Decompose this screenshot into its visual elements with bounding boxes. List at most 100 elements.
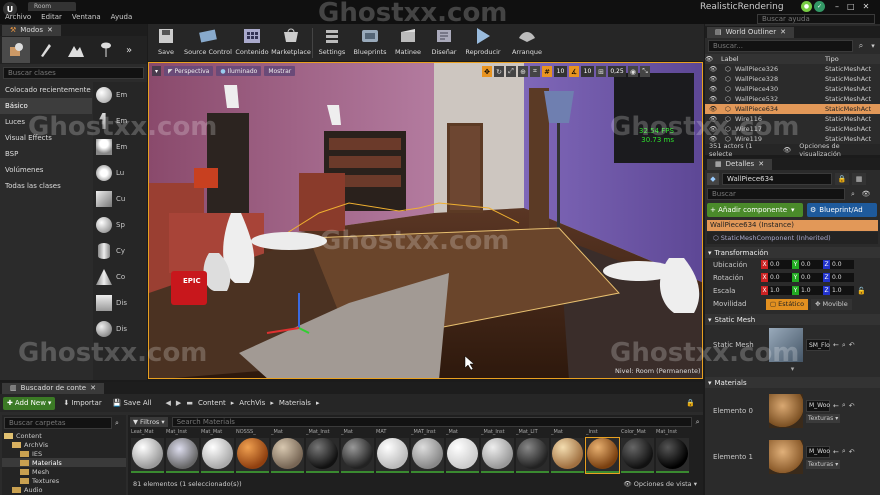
class-item[interactable]: Dis: [93, 316, 147, 342]
use-selected-icon[interactable]: ←: [833, 402, 839, 410]
close-tab-icon[interactable]: ✕: [758, 160, 764, 168]
folder-item[interactable]: Materials: [2, 458, 126, 467]
maximize-icon[interactable]: □: [847, 2, 855, 11]
show-button[interactable]: Mostrar: [264, 66, 296, 76]
visibility-toggle-icon[interactable]: 👁: [861, 190, 871, 198]
location-z-input[interactable]: 0.0: [830, 260, 854, 269]
close-icon[interactable]: ✕: [863, 2, 870, 11]
world-local-icon[interactable]: ⊕: [518, 66, 528, 77]
view-options-button[interactable]: Opciones de visualización: [799, 142, 880, 158]
movable-mobility-button[interactable]: ✥ Movible: [811, 298, 852, 310]
content-browser-tab[interactable]: ▥ Buscador de conte ✕: [2, 382, 104, 394]
source-control-button[interactable]: Source Control: [184, 25, 232, 61]
static-mobility-button[interactable]: ▢ Estático: [766, 298, 809, 310]
textures-dropdown[interactable]: Texturas ▾: [806, 459, 840, 469]
maximize-viewport-icon[interactable]: ⤡: [640, 66, 650, 77]
material-asset[interactable]: _Mat_Inst: [306, 429, 339, 473]
textures-dropdown[interactable]: Texturas ▾: [806, 413, 840, 423]
outliner-row[interactable]: 👁 ⬡ WallPiece634 StaticMeshAct: [705, 104, 880, 114]
menu-editar[interactable]: Editar: [41, 13, 62, 21]
material-1-dropdown[interactable]: M_Woo: [806, 445, 830, 458]
browse-icon[interactable]: ⌕: [842, 341, 846, 350]
modes-tab[interactable]: ⚒ Modos ✕: [2, 24, 61, 36]
viewport-menu-icon[interactable]: ▾: [152, 66, 161, 76]
source-control-icon[interactable]: ●: [801, 1, 812, 12]
outliner-row[interactable]: 👁 ⬡ Wire116 StaticMeshAct: [705, 114, 880, 124]
type-column[interactable]: Tipo: [825, 55, 839, 63]
reset-icon[interactable]: ↶: [849, 341, 855, 349]
menu-ayuda[interactable]: Ayuda: [111, 13, 133, 21]
filters-button[interactable]: ▼ Filtros ▾: [130, 417, 168, 427]
add-component-button[interactable]: + Añadir componente ▾: [707, 203, 803, 217]
scale-label[interactable]: Escala: [713, 287, 761, 295]
material-asset[interactable]: _Mat_Inst: [481, 429, 514, 473]
search-icon[interactable]: ⌕: [848, 190, 858, 199]
material-1-thumbnail[interactable]: [769, 440, 803, 474]
outliner-search-input[interactable]: Buscar...: [708, 40, 853, 52]
class-item[interactable]: Sp: [93, 212, 147, 238]
outliner-row[interactable]: 👁 ⬡ Wire117 StaticMeshAct: [705, 124, 880, 134]
lock-scale-icon[interactable]: 🔓: [857, 287, 866, 295]
material-asset[interactable]: _Mat: [446, 429, 479, 473]
outliner-row[interactable]: 👁 ⬡ WallPiece532 StaticMeshAct: [705, 94, 880, 104]
visibility-icon[interactable]: 👁: [705, 125, 721, 133]
material-asset[interactable]: _MAT_Inst: [411, 429, 444, 473]
visibility-icon[interactable]: 👁: [705, 65, 721, 73]
scale-x-input[interactable]: 1.0: [768, 286, 792, 295]
category-basic[interactable]: Básico: [0, 98, 92, 114]
folder-item[interactable]: ArchVis: [2, 440, 126, 449]
level-viewport[interactable]: ▾ ◤ Perspectiva ● Iluminado Mostrar ✥ ↻ ⤢ …: [148, 62, 703, 379]
mesh-thumbnail[interactable]: [769, 328, 803, 362]
mesh-select-dropdown[interactable]: SM_Flo: [806, 339, 830, 351]
location-y-input[interactable]: 0.0: [799, 260, 823, 269]
breadcrumb-content[interactable]: Content: [198, 399, 226, 407]
location-x-input[interactable]: 0.0: [768, 260, 792, 269]
lock-icon[interactable]: 🔒: [686, 399, 695, 407]
forward-icon[interactable]: ▶: [176, 399, 181, 407]
class-item[interactable]: Dis: [93, 290, 147, 316]
outliner-row[interactable]: 👁 ⬡ WallPiece326 StaticMeshAct: [705, 64, 880, 74]
status-icon[interactable]: ✓: [814, 1, 825, 12]
breadcrumb-archvis[interactable]: ArchVis: [239, 399, 265, 407]
back-icon[interactable]: ◀: [166, 399, 171, 407]
play-button[interactable]: Reproducir: [463, 25, 503, 61]
visibility-icon[interactable]: 👁: [705, 75, 721, 83]
rotation-label[interactable]: Rotación: [713, 274, 761, 282]
outliner-row[interactable]: 👁 ⬡ WallPiece430 StaticMeshAct: [705, 84, 880, 94]
level-tab[interactable]: Room: [28, 2, 76, 11]
rotation-z-input[interactable]: 0.0: [830, 273, 854, 282]
material-asset[interactable]: Leat_Mat: [131, 429, 164, 473]
category-recent[interactable]: Colocado recientemente: [0, 82, 92, 98]
visibility-icon[interactable]: 👁: [705, 95, 721, 103]
rotation-y-input[interactable]: 0.0: [799, 273, 823, 282]
class-item[interactable]: Cu: [93, 186, 147, 212]
save-button[interactable]: Save: [150, 25, 182, 61]
material-asset[interactable]: MAT: [376, 429, 409, 473]
translate-icon[interactable]: ✥: [482, 66, 492, 77]
camera-speed-icon[interactable]: ◉: [628, 66, 638, 77]
class-item[interactable]: Em: [93, 134, 147, 160]
class-item[interactable]: Em: [93, 82, 147, 108]
visibility-icon[interactable]: 👁: [705, 105, 721, 113]
menu-archivo[interactable]: Archivo: [5, 13, 31, 21]
minimize-icon[interactable]: –: [835, 2, 839, 11]
material-search-input[interactable]: Search Materials: [171, 417, 692, 427]
landscape-mode-icon[interactable]: [62, 37, 90, 63]
search-icon[interactable]: ⌕: [856, 41, 866, 51]
material-asset[interactable]: Mat_Inst: [656, 429, 689, 473]
marketplace-button[interactable]: Marketplace: [271, 25, 311, 61]
class-item[interactable]: Cy: [93, 238, 147, 264]
scale-icon[interactable]: ⤢: [506, 66, 516, 77]
scale-z-input[interactable]: 1.0: [830, 286, 854, 295]
folder-item[interactable]: IES: [2, 449, 126, 458]
materials-section[interactable]: ▾ Materials: [705, 377, 880, 388]
use-selected-icon[interactable]: ←: [833, 448, 839, 456]
use-selected-icon[interactable]: ←: [833, 341, 839, 349]
add-new-button[interactable]: ✚ Add New ▾: [3, 396, 56, 410]
grid-view-icon[interactable]: ▦: [852, 173, 866, 185]
instance-row[interactable]: WallPiece634 (Instance): [707, 220, 878, 231]
class-item[interactable]: Co: [93, 264, 147, 290]
outliner-tab[interactable]: ▤ World Outliner ✕: [707, 26, 794, 38]
close-tab-icon[interactable]: ✕: [90, 384, 96, 392]
perspective-button[interactable]: ◤ Perspectiva: [164, 66, 214, 76]
